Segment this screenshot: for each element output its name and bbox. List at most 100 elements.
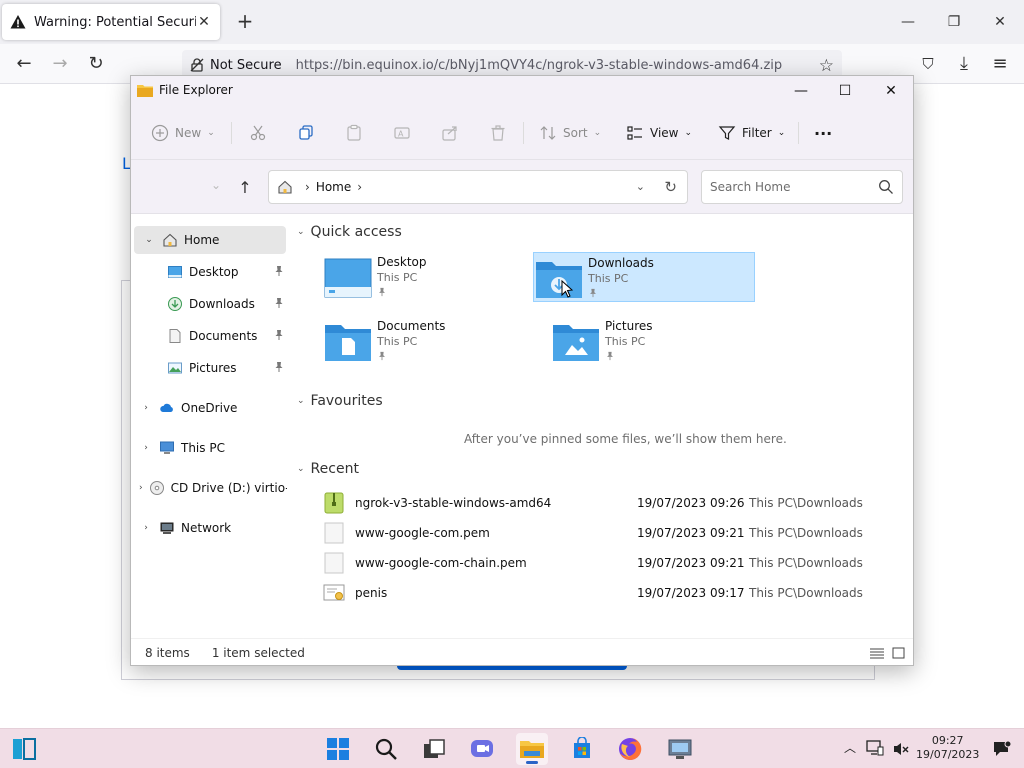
section-recent[interactable]: ⌄ Recent — [297, 461, 359, 477]
details-view-icon[interactable] — [869, 646, 885, 660]
download-icon[interactable]: ⤓ — [952, 52, 976, 76]
copy-button[interactable] — [297, 120, 315, 146]
bookmark-star-icon[interactable]: ☆ — [819, 56, 834, 76]
firefox-icon[interactable] — [614, 733, 646, 765]
rename-button[interactable]: A — [393, 120, 411, 146]
nav-item-this-pc[interactable]: › This PC — [131, 434, 287, 462]
refresh-icon[interactable]: ↻ — [664, 178, 677, 196]
search-input[interactable] — [710, 180, 878, 194]
chevron-down-icon[interactable]: ⌄ — [297, 396, 305, 406]
nav-item-downloads[interactable]: Downloads — [131, 290, 287, 318]
pin-icon — [275, 266, 283, 276]
clock-time: 09:27 — [931, 734, 964, 747]
file-location: This PC\Downloads — [749, 526, 863, 540]
explorer-title: File Explorer — [159, 83, 233, 97]
search-icon[interactable] — [370, 733, 402, 765]
nav-item-documents[interactable]: Documents — [131, 322, 287, 350]
chevron-up-icon[interactable]: ︿ — [844, 739, 856, 756]
selection-count: 1 item selected — [211, 645, 305, 660]
store-icon[interactable] — [566, 733, 598, 765]
nav-item-network[interactable]: › Network — [131, 514, 287, 542]
monitor-icon[interactable] — [866, 739, 884, 757]
forward-arrow-icon[interactable]: → — [48, 52, 72, 76]
breadcrumb-chevron-icon[interactable]: › — [357, 180, 362, 194]
quick-access-tile[interactable]: Desktop This PC — [323, 252, 545, 302]
breadcrumb[interactable]: Home — [316, 180, 351, 194]
more-options-button[interactable]: ··· — [814, 120, 832, 146]
chat-icon[interactable] — [466, 733, 498, 765]
scissors-icon — [250, 125, 266, 141]
trash-icon — [491, 125, 505, 141]
close-button[interactable]: ✕ — [877, 80, 905, 102]
sort-button[interactable]: Sort ⌄ — [539, 120, 601, 146]
tab-close-icon[interactable]: ✕ — [196, 14, 212, 30]
remote-desktop-icon[interactable] — [664, 733, 696, 765]
nav-item-desktop[interactable]: Desktop — [131, 258, 287, 286]
pin-icon — [590, 288, 596, 298]
pocket-icon[interactable]: ⛉ — [916, 52, 940, 76]
file-explorer-taskbar-icon[interactable] — [516, 733, 548, 765]
documents-folder-icon — [325, 325, 371, 361]
recent-locations-chevron-icon[interactable]: ⌄ — [211, 178, 221, 192]
pictures-folder-icon — [553, 325, 599, 361]
file-name: www-google-com.pem — [355, 526, 490, 540]
chevron-right-icon[interactable]: › — [139, 443, 153, 453]
cut-button[interactable] — [249, 120, 267, 146]
clock[interactable]: 09:27 19/07/2023 — [916, 734, 979, 762]
file-date: 19/07/2023 09:17 — [637, 586, 745, 600]
section-favourites[interactable]: ⌄ Favourites — [297, 393, 383, 409]
widgets-icon[interactable] — [8, 733, 40, 765]
chevron-down-icon[interactable]: ⌄ — [297, 227, 305, 237]
nav-item-onedrive[interactable]: › OneDrive — [131, 394, 287, 422]
quick-access-tile[interactable]: Documents This PC — [323, 316, 545, 366]
chevron-right-icon[interactable]: › — [139, 403, 153, 413]
paste-button[interactable] — [345, 120, 363, 146]
chevron-right-icon[interactable]: › — [139, 483, 143, 493]
tile-name: Downloads — [588, 256, 654, 270]
browser-close-button[interactable]: ✕ — [990, 12, 1010, 32]
share-button[interactable] — [441, 120, 459, 146]
minimize-button[interactable]: — — [787, 80, 815, 102]
recent-file-row[interactable]: ngrok-v3-stable-windows-amd64 19/07/2023… — [323, 490, 903, 516]
address-bar[interactable]: › Home › ⌄ ↻ — [268, 170, 688, 204]
reload-icon[interactable]: ↻ — [84, 52, 108, 76]
task-view-icon[interactable] — [418, 733, 450, 765]
search-box[interactable] — [701, 170, 903, 204]
menu-icon[interactable]: ≡ — [988, 52, 1012, 76]
quick-access-tile[interactable]: Downloads This PC — [533, 252, 755, 302]
view-list-icon — [627, 126, 642, 140]
view-button[interactable]: View ⌄ — [626, 120, 692, 146]
recent-file-row[interactable]: penis 19/07/2023 09:17 This PC\Downloads — [323, 580, 903, 606]
new-button[interactable]: New ⌄ — [151, 120, 215, 146]
chevron-right-icon[interactable]: › — [139, 523, 153, 533]
address-row: ⌄ ↑ › Home › ⌄ ↻ — [131, 160, 913, 214]
nav-item-cd-drive[interactable]: › CD Drive (D:) virtio-win — [131, 474, 287, 502]
back-arrow-icon[interactable]: ← — [12, 52, 36, 76]
address-dropdown-icon[interactable]: ⌄ — [636, 180, 645, 193]
browser-restore-button[interactable]: ❐ — [944, 12, 964, 32]
breadcrumb-chevron-icon: › — [305, 180, 310, 194]
notification-icon[interactable] — [992, 740, 1012, 758]
recent-file-row[interactable]: www-google-com.pem 19/07/2023 09:21 This… — [323, 520, 903, 546]
filter-button[interactable]: Filter ⌄ — [718, 120, 785, 146]
filter-icon — [718, 126, 736, 140]
maximize-button[interactable]: ☐ — [831, 80, 859, 102]
nav-item-home[interactable]: ⌄ Home — [134, 226, 286, 254]
warning-icon — [10, 15, 26, 29]
up-arrow-icon[interactable]: ↑ — [235, 178, 255, 198]
browser-minimize-button[interactable]: — — [898, 12, 918, 32]
recent-file-row[interactable]: www-google-com-chain.pem 19/07/2023 09:2… — [323, 550, 903, 576]
browser-tab[interactable]: Warning: Potential Security Risk ✕ — [2, 4, 220, 40]
start-menu-icon[interactable] — [322, 733, 354, 765]
tiles-view-icon[interactable] — [891, 646, 907, 660]
chevron-down-icon[interactable]: ⌄ — [142, 235, 156, 245]
quick-access-tile[interactable]: Pictures This PC — [551, 316, 773, 366]
section-quick-access[interactable]: ⌄ Quick access — [297, 224, 402, 240]
home-icon — [163, 233, 177, 247]
delete-button[interactable] — [489, 120, 507, 146]
chevron-down-icon[interactable]: ⌄ — [297, 464, 305, 474]
pin-icon — [275, 330, 283, 340]
new-tab-button[interactable]: + — [234, 10, 256, 32]
nav-item-pictures[interactable]: Pictures — [131, 354, 287, 382]
volume-muted-icon[interactable] — [892, 740, 910, 758]
